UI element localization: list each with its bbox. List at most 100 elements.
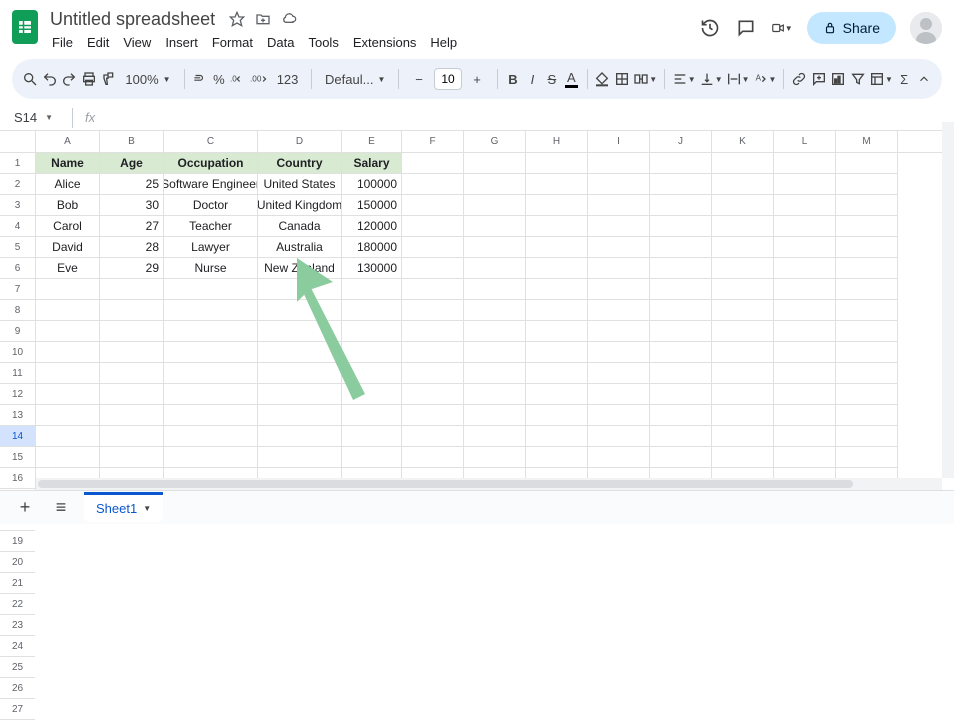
cell[interactable] [402,153,464,174]
cell[interactable] [258,279,342,300]
cell[interactable] [588,237,650,258]
cell[interactable] [402,237,464,258]
row-header-5[interactable]: 5 [0,237,35,258]
cell[interactable]: Carol [36,216,100,237]
cell[interactable] [402,300,464,321]
row-header-16[interactable]: 16 [0,468,35,489]
cell[interactable] [258,405,342,426]
cell[interactable] [650,174,712,195]
cell[interactable] [650,216,712,237]
column-header-C[interactable]: C [164,131,258,152]
cell[interactable] [342,321,402,342]
cell[interactable] [164,342,258,363]
row-header-19[interactable]: 19 [0,531,35,552]
fill-color-icon[interactable] [594,65,610,93]
row-header-22[interactable]: 22 [0,594,35,615]
vertical-align-icon[interactable]: ▼ [699,65,723,93]
cell[interactable] [342,426,402,447]
cell[interactable] [712,300,774,321]
cell[interactable] [774,237,836,258]
cell[interactable] [836,258,898,279]
cell[interactable] [526,195,588,216]
cell[interactable] [774,258,836,279]
cell[interactable] [774,426,836,447]
column-header-G[interactable]: G [464,131,526,152]
cell[interactable]: Software Engineer [164,174,258,195]
cell[interactable] [402,321,464,342]
insert-chart-icon[interactable] [830,65,846,93]
sheets-logo[interactable] [12,10,38,44]
bold-icon[interactable]: B [505,65,521,93]
cell[interactable] [402,447,464,468]
cell[interactable] [258,300,342,321]
cell[interactable] [774,174,836,195]
cell[interactable] [402,426,464,447]
cell[interactable] [464,153,526,174]
cell[interactable] [100,384,164,405]
cell[interactable] [164,447,258,468]
cell[interactable]: 130000 [342,258,402,279]
filter-views-icon[interactable]: ▼ [869,65,893,93]
cell[interactable] [836,195,898,216]
column-header-L[interactable]: L [774,131,836,152]
cell[interactable] [100,363,164,384]
row-header-9[interactable]: 9 [0,321,35,342]
cell[interactable] [650,279,712,300]
paint-format-icon[interactable] [100,65,116,93]
cell[interactable] [774,216,836,237]
cell[interactable] [526,342,588,363]
cell[interactable]: Occupation [164,153,258,174]
cell[interactable] [588,216,650,237]
cell[interactable] [36,384,100,405]
menu-tools[interactable]: Tools [302,32,344,53]
cell[interactable] [526,153,588,174]
vertical-scrollbar[interactable] [942,122,954,478]
horizontal-scrollbar[interactable] [36,478,942,490]
cell[interactable] [100,426,164,447]
cell[interactable]: 100000 [342,174,402,195]
print-icon[interactable] [80,65,96,93]
column-header-B[interactable]: B [100,131,164,152]
font-size-increase[interactable]: + [464,65,490,93]
row-header-7[interactable]: 7 [0,279,35,300]
cell[interactable] [836,342,898,363]
cell[interactable] [100,342,164,363]
cell[interactable] [774,153,836,174]
cell[interactable] [36,300,100,321]
cell[interactable] [464,195,526,216]
cell[interactable] [774,195,836,216]
cell[interactable] [650,153,712,174]
user-avatar[interactable] [910,12,942,44]
cell[interactable]: United Kingdom [258,195,342,216]
history-icon[interactable] [699,17,721,39]
column-header-A[interactable]: A [36,131,100,152]
cell[interactable] [164,321,258,342]
cell[interactable] [526,405,588,426]
cell[interactable]: David [36,237,100,258]
cell[interactable] [526,216,588,237]
insert-link-icon[interactable] [791,65,807,93]
cell[interactable]: Australia [258,237,342,258]
cell[interactable] [588,279,650,300]
cell[interactable] [526,384,588,405]
functions-icon[interactable]: Σ [896,65,912,93]
row-header-14[interactable]: 14 [0,426,35,447]
collapse-toolbar-icon[interactable] [916,65,932,93]
cell[interactable]: Name [36,153,100,174]
horizontal-align-icon[interactable]: ▼ [672,65,696,93]
cell[interactable] [588,384,650,405]
cell[interactable] [712,384,774,405]
cell[interactable]: Salary [342,153,402,174]
cell[interactable] [342,405,402,426]
cell[interactable] [774,300,836,321]
cell[interactable] [464,279,526,300]
cell[interactable] [464,174,526,195]
cell[interactable] [836,321,898,342]
cell[interactable] [258,447,342,468]
zoom-select[interactable]: 100%▼ [119,72,176,87]
cell[interactable]: Bob [36,195,100,216]
document-title[interactable]: Untitled spreadsheet [46,9,219,30]
cell[interactable]: Nurse [164,258,258,279]
cell[interactable] [712,342,774,363]
more-formats[interactable]: 123 [271,72,305,87]
